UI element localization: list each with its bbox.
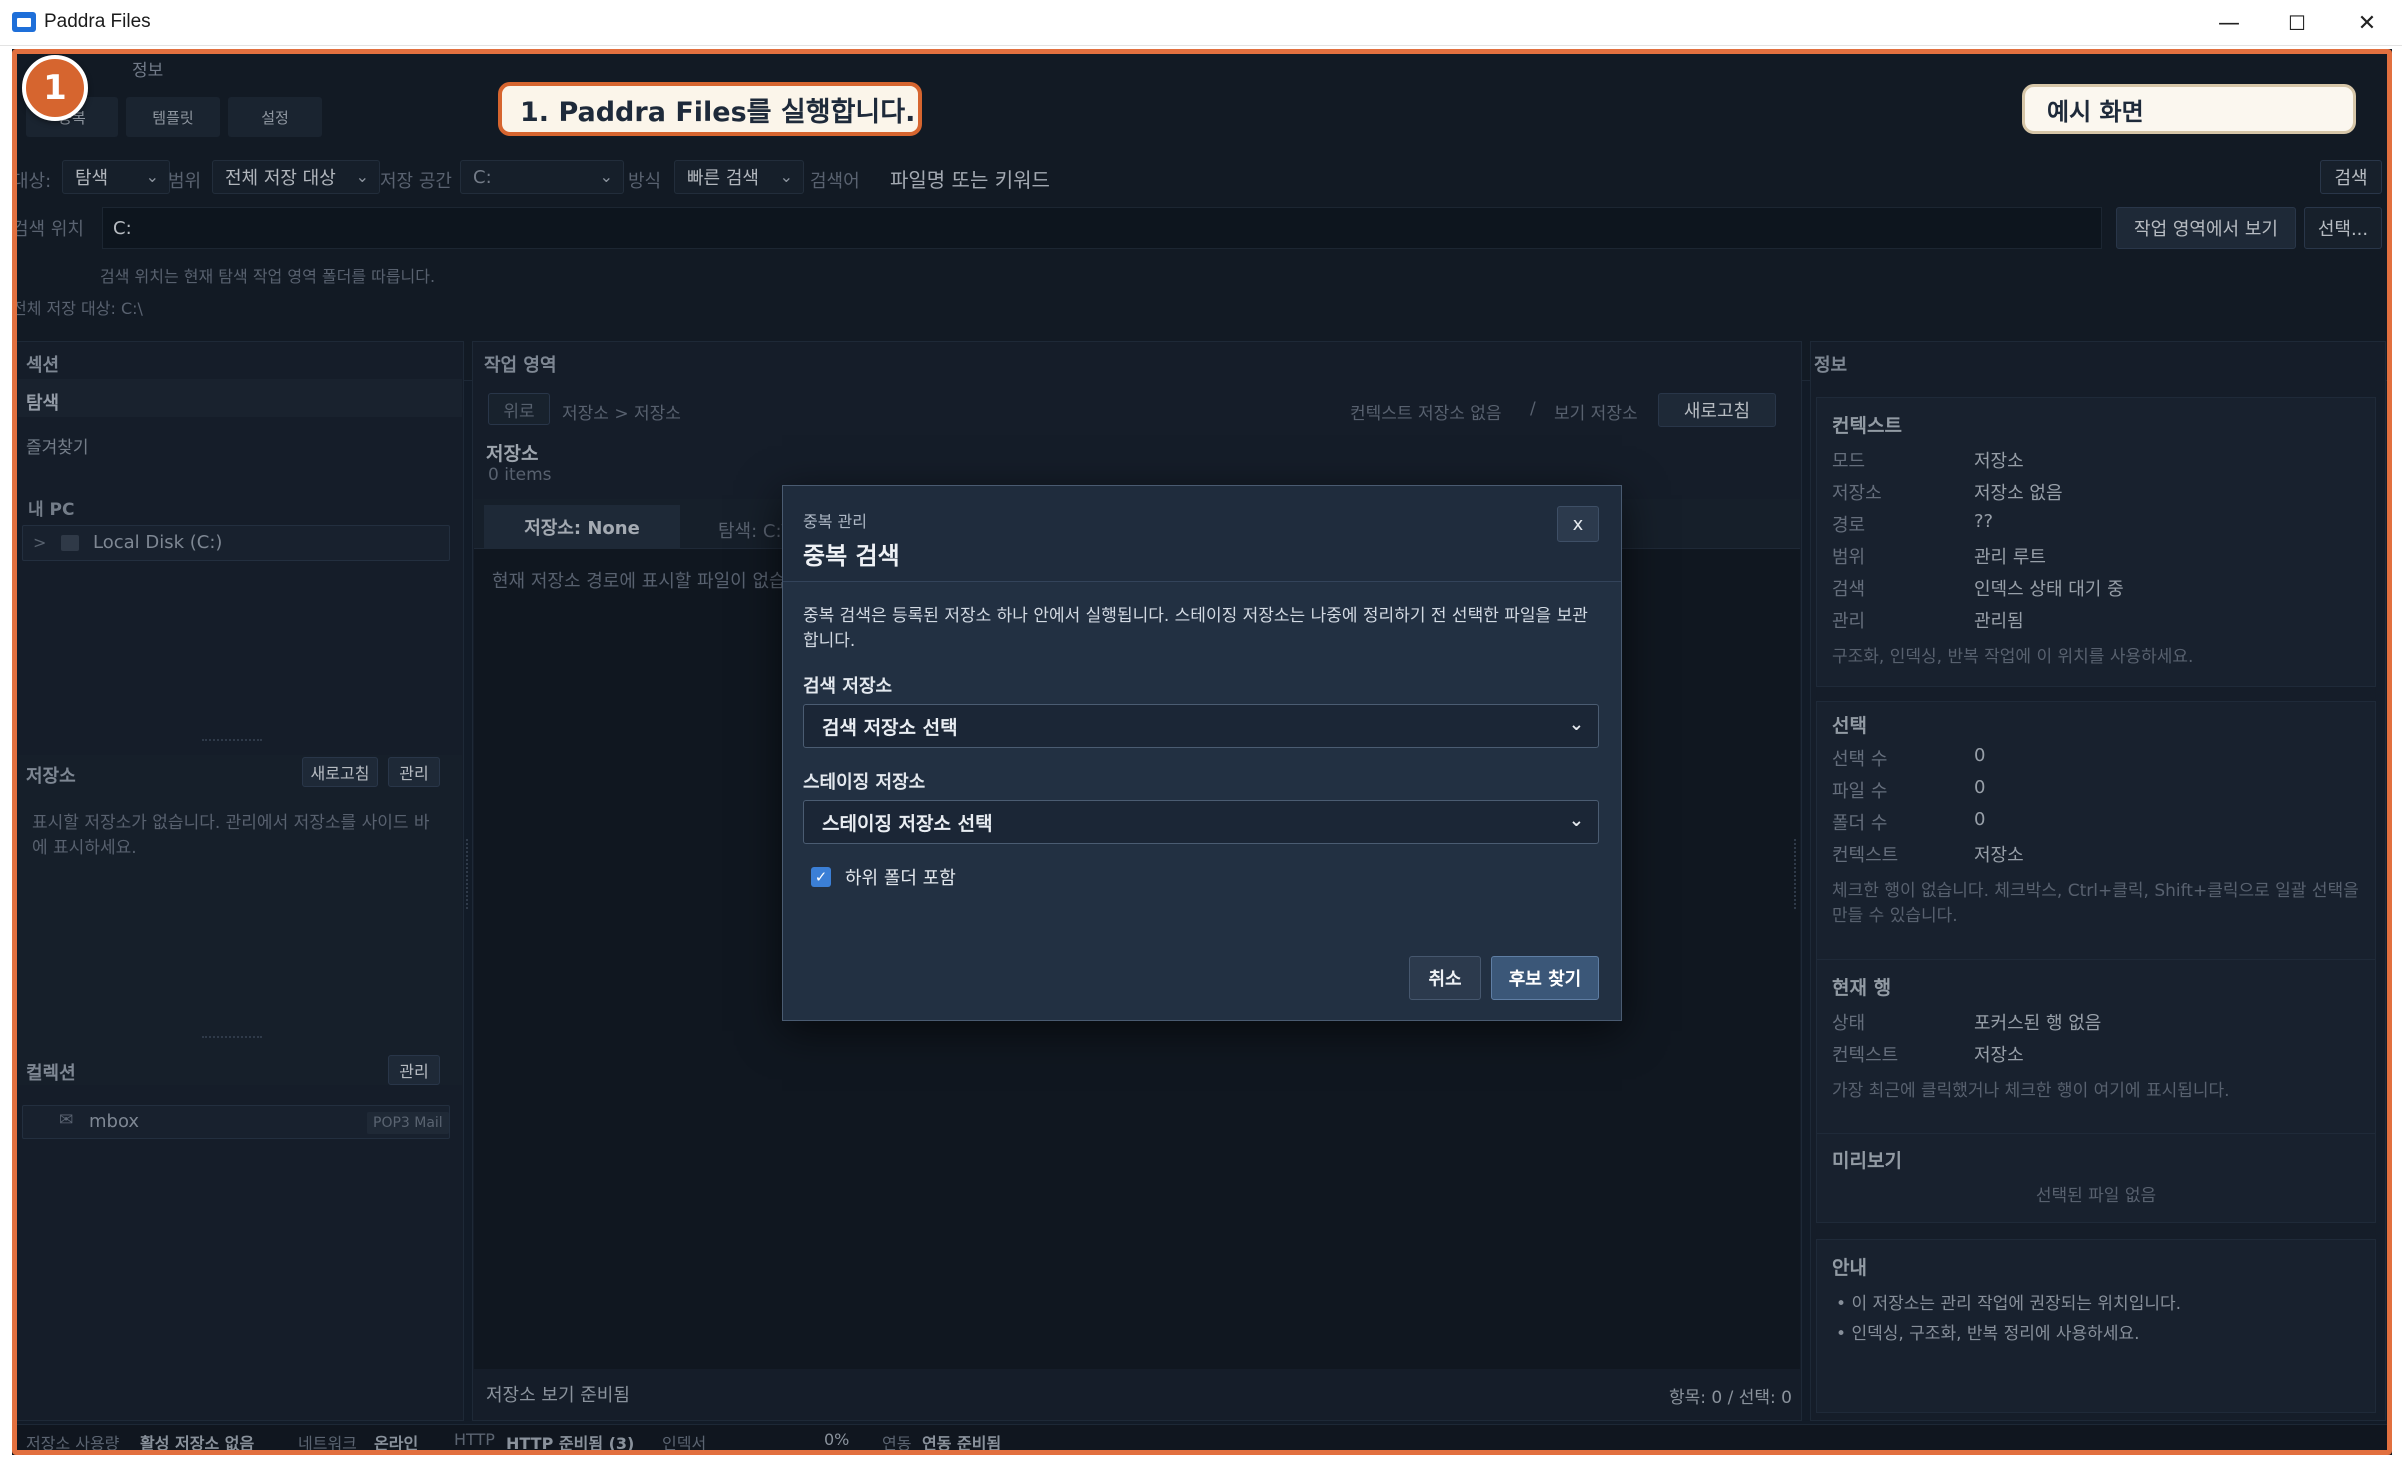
step-number-badge: 1 [22,55,88,121]
cancel-button[interactable]: 취소 [1409,956,1481,1000]
dialog-header [783,486,1621,582]
example-screen-label: 예시 화면 [2022,84,2356,134]
find-candidates-button[interactable]: 후보 찾기 [1491,956,1599,1000]
chevron-down-icon: ⌄ [1568,714,1584,735]
chevron-down-icon: ⌄ [1568,810,1584,831]
search-storage-select-value: 검색 저장소 선택 [822,716,958,739]
include-subfolders-label[interactable]: 하위 폴더 포함 [845,864,956,890]
dialog-subtitle: 중복 관리 [803,512,867,531]
dialog-close-button[interactable]: x [1557,506,1599,542]
staging-storage-select-value: 스테이징 저장소 선택 [822,812,993,835]
app-folder-icon [12,12,36,32]
dialog-description: 중복 검색은 등록된 저장소 하나 안에서 실행됩니다. 스테이징 저장소는 나… [803,606,1588,651]
window-titlebar: Paddra Files — ☐ ✕ [0,0,2402,46]
staging-storage-label: 스테이징 저장소 [803,772,926,793]
dialog-title: 중복 검색 [803,542,900,570]
search-storage-label: 검색 저장소 [803,676,893,697]
search-storage-select[interactable]: 검색 저장소 선택 ⌄ [803,704,1599,748]
duplicate-search-dialog: 중복 관리 중복 검색 x 중복 검색은 등록된 저장소 하나 안에서 실행됩니… [782,485,1622,1021]
window-title: Paddra Files [44,11,151,32]
include-subfolders-checkbox[interactable]: ✓ [811,867,831,887]
checkmark-icon: ✓ [814,868,828,886]
staging-storage-select[interactable]: 스테이징 저장소 선택 ⌄ [803,800,1599,844]
minimize-button[interactable]: — [2194,0,2264,46]
close-window-button[interactable]: ✕ [2332,0,2402,46]
maximize-button[interactable]: ☐ [2262,0,2332,46]
step-callout: 1. Paddra Files를 실행합니다. [498,82,922,136]
